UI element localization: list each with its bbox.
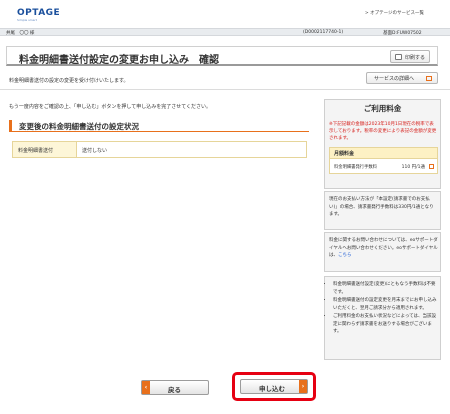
support-link[interactable]: こちら xyxy=(338,253,352,258)
settings-label: 料金明細書送付 xyxy=(18,148,54,154)
print-button[interactable]: 印刷する xyxy=(390,50,430,63)
optage-logo[interactable]: OPTAGE xyxy=(17,8,60,18)
user-info-bar: 井尾 〇〇 様 (D0002117740-1) 基面D:FUW07502 xyxy=(0,28,450,36)
site-header: OPTAGE Simple smart > オプテージのサービス一覧 xyxy=(0,0,450,26)
settings-value-cell: 送付しない xyxy=(77,142,306,157)
settings-table: 料金明細書送付 送付しない xyxy=(12,141,307,158)
section-title: 変更後の料金明細書送付の設定状況 xyxy=(19,122,139,131)
confirm-instructions: もう一度内容をご確認の上、「申し込む」ボタンを押して申し込みを完了させてください… xyxy=(9,104,212,110)
service-list-link[interactable]: > オプテージのサービス一覧 xyxy=(365,10,424,16)
logo-tagline: Simple smart xyxy=(17,18,37,22)
divider xyxy=(0,89,450,90)
service-detail-label: サービスの詳細へ xyxy=(374,76,415,82)
printer-icon xyxy=(395,54,402,60)
submit-highlight: 申し込む › xyxy=(232,372,316,401)
print-label: 印刷する xyxy=(405,55,426,61)
submit-button[interactable]: 申し込む › xyxy=(240,379,308,394)
fee-table: 月額料金 料金明細書発行手数料 110 円/1通 xyxy=(329,147,438,174)
fee-header-label: 月額料金 xyxy=(334,151,355,157)
support-info: 料金に関するお問い合わせについては、eoサポートダイヤルへお問い合わせください。… xyxy=(324,232,441,272)
chevron-right-icon: › xyxy=(299,380,307,393)
note-item: ご利用料金のお支払い状況などによっては、当該設定に関わらず請求書をお送りする場合… xyxy=(333,313,437,336)
info-icon[interactable] xyxy=(429,164,434,169)
invoice-fee-info: 現在のお支払い方法が「本設定(請求書でのお支払い)」の場合、請求書発行手数料は3… xyxy=(324,191,441,230)
notes-list: 料金明細書送付設定(変更)にともなう手数料は不要です。 料金明細書送付の設定変更… xyxy=(333,281,437,337)
service-detail-button[interactable]: サービスの詳細へ xyxy=(366,72,438,84)
fee-panel: ご利用料金 ※下記記載の金額は2023年10月1日現在の税率で表示しております。… xyxy=(324,99,441,189)
tax-notice: ※下記記載の金額は2023年10月1日現在の税率で表示しております。税率の変更に… xyxy=(329,122,437,141)
note-item: 料金明細書送付設定(変更)にともなう手数料は不要です。 xyxy=(333,281,437,296)
settings-value: 送付しない xyxy=(82,148,108,154)
user-name: 井尾 〇〇 様 xyxy=(6,31,35,36)
page-title: 料金明細書送付設定の変更お申し込み 確認 xyxy=(19,55,219,66)
fee-value: 110 円/1通 xyxy=(401,165,425,170)
notes-box: 料金明細書送付設定(変更)にともなう手数料は不要です。 料金明細書送付の設定変更… xyxy=(324,276,441,360)
external-link-icon xyxy=(426,76,432,81)
submit-label: 申し込む xyxy=(259,384,285,393)
fee-table-header: 月額料金 xyxy=(330,148,437,159)
contract-id: 基面D:FUW07502 xyxy=(383,31,422,36)
invoice-fee-text: 現在のお支払い方法が「本設定(請求書でのお支払い)」の場合、請求書発行手数料は3… xyxy=(329,197,434,217)
fee-panel-title: ご利用料金 xyxy=(363,104,402,113)
back-label: 戻る xyxy=(168,385,181,394)
note-item: 料金明細書送付の設定変更を月末までにお申し込みいただくと、翌月ご請求分から適用さ… xyxy=(333,297,437,312)
fee-row: 料金明細書発行手数料 110 円/1通 xyxy=(330,160,437,173)
accepted-message: 料金明細書送付の設定の変更を受け付けいたします。 xyxy=(9,78,129,84)
customer-id: (D0002117740-1) xyxy=(303,30,344,35)
page-title-box: 料金明細書送付設定の変更お申し込み 確認 印刷する xyxy=(6,46,438,66)
support-text-wrap: 料金に関するお問い合わせについては、eoサポートダイヤルへお問い合わせください。… xyxy=(329,237,438,260)
fee-name: 料金明細書発行手数料 xyxy=(334,165,377,170)
chevron-left-icon: ‹ xyxy=(142,381,150,394)
section-heading: 変更後の料金明細書送付の設定状況 xyxy=(9,120,309,132)
back-button[interactable]: ‹ 戻る xyxy=(141,380,209,395)
settings-label-cell: 料金明細書送付 xyxy=(13,142,77,157)
